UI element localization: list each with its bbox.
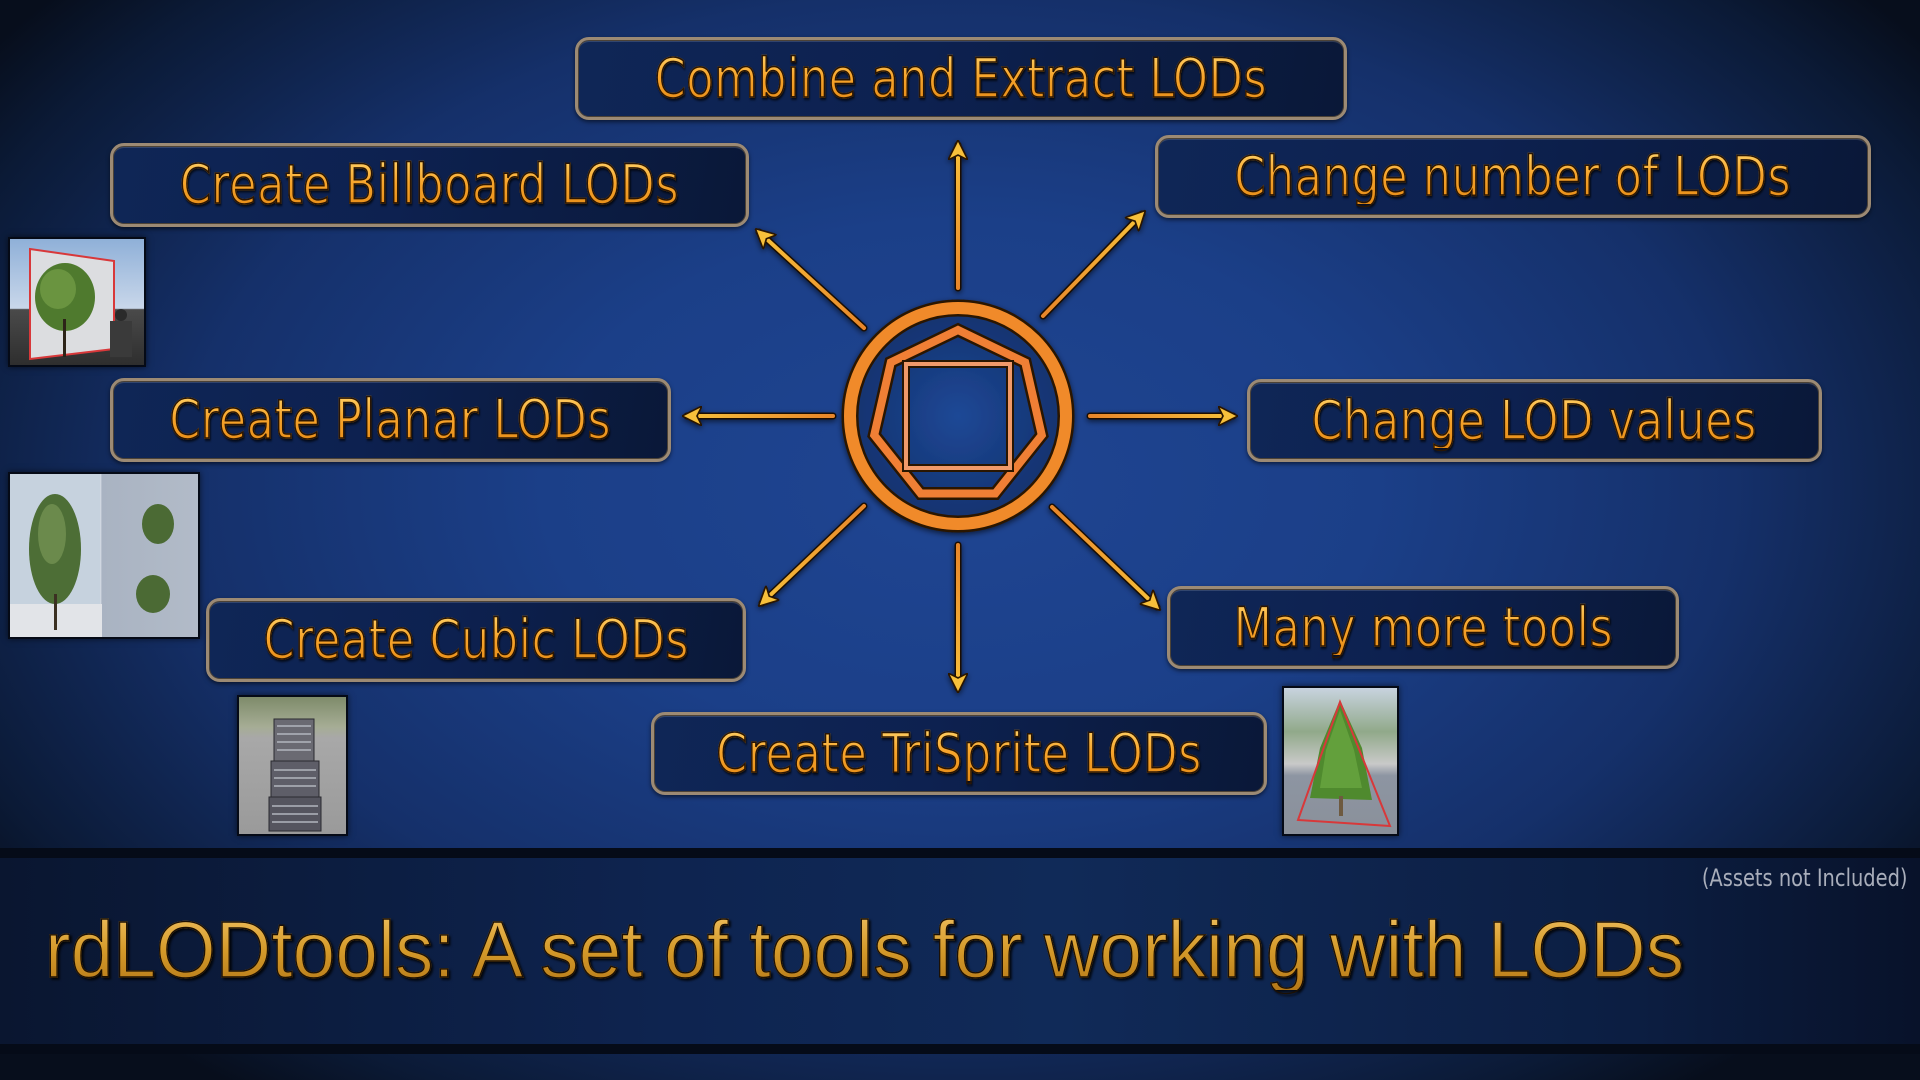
lod-logo-icon xyxy=(841,299,1075,533)
thumbnail-cubic xyxy=(237,695,348,836)
feature-label: Change number of LODs xyxy=(1234,144,1792,208)
thumbnail-trisprite xyxy=(1282,686,1399,836)
feature-label: Create Cubic LODs xyxy=(262,608,689,671)
feature-label: Create TriSprite LODs xyxy=(715,721,1202,785)
feature-trisprite: Create TriSprite LODs xyxy=(651,712,1267,795)
feature-label: Create Planar LODs xyxy=(169,388,612,451)
title-banner: (Assets not Included) rdLODtools: A set … xyxy=(0,848,1920,1054)
feature-combine-extract: Combine and Extract LODs xyxy=(575,37,1347,120)
thumbnail-billboard xyxy=(8,237,146,367)
feature-many-more: Many more tools xyxy=(1167,586,1679,669)
feature-cubic: Create Cubic LODs xyxy=(206,598,746,682)
feature-label: Many more tools xyxy=(1232,595,1613,659)
arrow-south-west-icon xyxy=(762,504,866,603)
feature-billboard: Create Billboard LODs xyxy=(110,143,749,227)
trisprite-preview-icon xyxy=(1296,699,1392,828)
arrow-north-west-icon xyxy=(759,232,866,330)
assets-note: (Assets not Included) xyxy=(1702,864,1908,892)
thumbnail-planar xyxy=(8,472,200,639)
feature-label: Change LOD values xyxy=(1311,388,1758,452)
feature-planar: Create Planar LODs xyxy=(110,378,671,462)
planar-preview-icon xyxy=(10,474,174,637)
arrow-north-east-icon xyxy=(1041,214,1142,318)
feature-change-values: Change LOD values xyxy=(1247,379,1822,462)
banner-title: rdLODtools: A set of tools for working w… xyxy=(44,905,1685,994)
feature-label: Create Billboard LODs xyxy=(179,153,680,216)
cubic-preview-icon xyxy=(268,718,322,832)
arrow-south-east-icon xyxy=(1050,505,1157,607)
feature-change-number: Change number of LODs xyxy=(1155,135,1871,218)
feature-label: Combine and Extract LODs xyxy=(654,46,1268,110)
billboard-preview-icon xyxy=(29,247,132,361)
